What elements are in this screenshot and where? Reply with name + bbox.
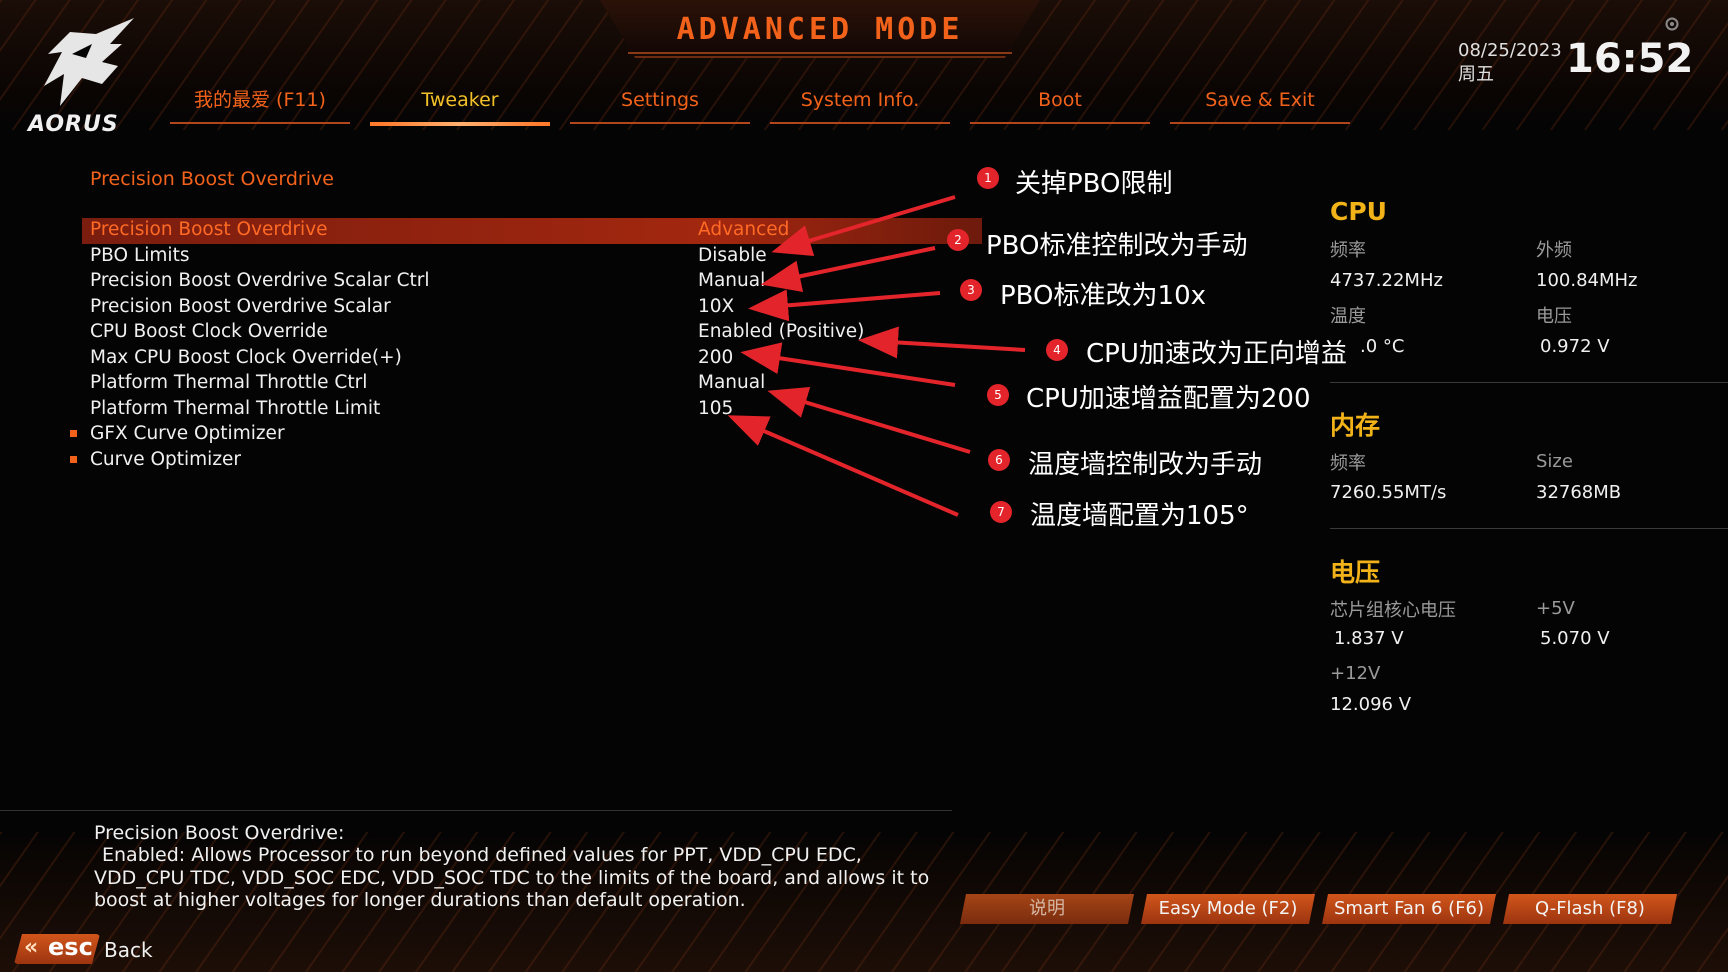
plus5v-label: +5V [1536,598,1575,619]
annotation-badge: 1 [977,167,999,189]
annotation-badge: 5 [987,384,1009,406]
sidebar-divider [1330,528,1728,529]
cpu-temp-label: 温度 [1330,306,1366,327]
plus12v-value: 12.096 V [1330,694,1412,715]
annotation-arrow-5 [740,342,956,387]
annotation-arrow-3 [748,289,941,322]
help-divider [0,810,952,811]
annotation-badge: 3 [960,279,982,301]
annotation-text: 关掉PBO限制 [1015,169,1173,199]
memory-size-label: Size [1536,451,1573,472]
help-title: Precision Boost Overdrive: [94,822,345,844]
sidebar-divider [1330,382,1728,383]
voltage-section-title: 电压 [1330,558,1381,587]
chipset-voltage-value: 1.837 V [1334,628,1404,649]
cpu-freq-value: 4737.22MHz [1330,270,1443,291]
help-line: VDD_CPU TDC, VDD_SOC EDC, VDD_SOC TDC to… [94,867,930,889]
annotation-arrow-1 [771,195,956,257]
cpu-section-title: CPU [1330,197,1387,226]
memory-freq-label: 频率 [1330,453,1366,474]
memory-size-value: 32768MB [1536,482,1622,503]
annotation-arrow-2 [760,246,936,293]
annotation-text: 温度墙配置为105° [1030,501,1249,531]
annotation-badge: 7 [990,501,1012,523]
plus12v-label: +12V [1330,663,1381,684]
plus5v-value: 5.070 V [1540,628,1610,649]
back-label[interactable]: Back [104,938,153,962]
cpu-freq-label: 频率 [1330,240,1366,261]
esc-key-label[interactable]: esc [48,933,93,961]
annotation-text: CPU加速增益配置为200 [1026,384,1311,414]
easy-mode-button[interactable]: Easy Mode (F2) [1141,894,1315,924]
annotation-text: PBO标准改为10x [1000,281,1206,311]
cpu-volt-label: 电压 [1536,306,1572,327]
cpu-bclk-value: 100.84MHz [1536,270,1638,291]
annotation-arrow-6 [767,386,971,454]
help-line: boost at higher voltages for longer dura… [94,889,746,911]
annotation-badge: 6 [988,449,1010,471]
memory-freq-value: 7260.55MT/s [1330,482,1447,503]
cpu-volt-value: 0.972 V [1540,336,1610,357]
annotation-badge: 4 [1046,339,1068,361]
help-line: Enabled: Allows Processor to run beyond … [102,844,862,866]
annotation-arrow-4 [858,326,1026,359]
annotation-text: 温度墙控制改为手动 [1028,450,1263,480]
memory-section-title: 内存 [1330,411,1381,440]
chipset-voltage-label: 芯片组核心电压 [1330,600,1456,621]
double-chevron-left-icon: « [24,935,39,960]
annotation-badge: 2 [947,229,969,251]
annotation-text: PBO标准控制改为手动 [986,231,1248,261]
help-button[interactable]: 说明 [960,894,1134,924]
cpu-bclk-label: 外频 [1536,240,1572,261]
cpu-temp-value: .0 °C [1360,336,1405,357]
smart-fan-button[interactable]: Smart Fan 6 (F6) [1322,894,1496,924]
q-flash-button[interactable]: Q-Flash (F8) [1503,894,1677,924]
annotation-text: CPU加速改为正向增益 [1086,339,1347,369]
